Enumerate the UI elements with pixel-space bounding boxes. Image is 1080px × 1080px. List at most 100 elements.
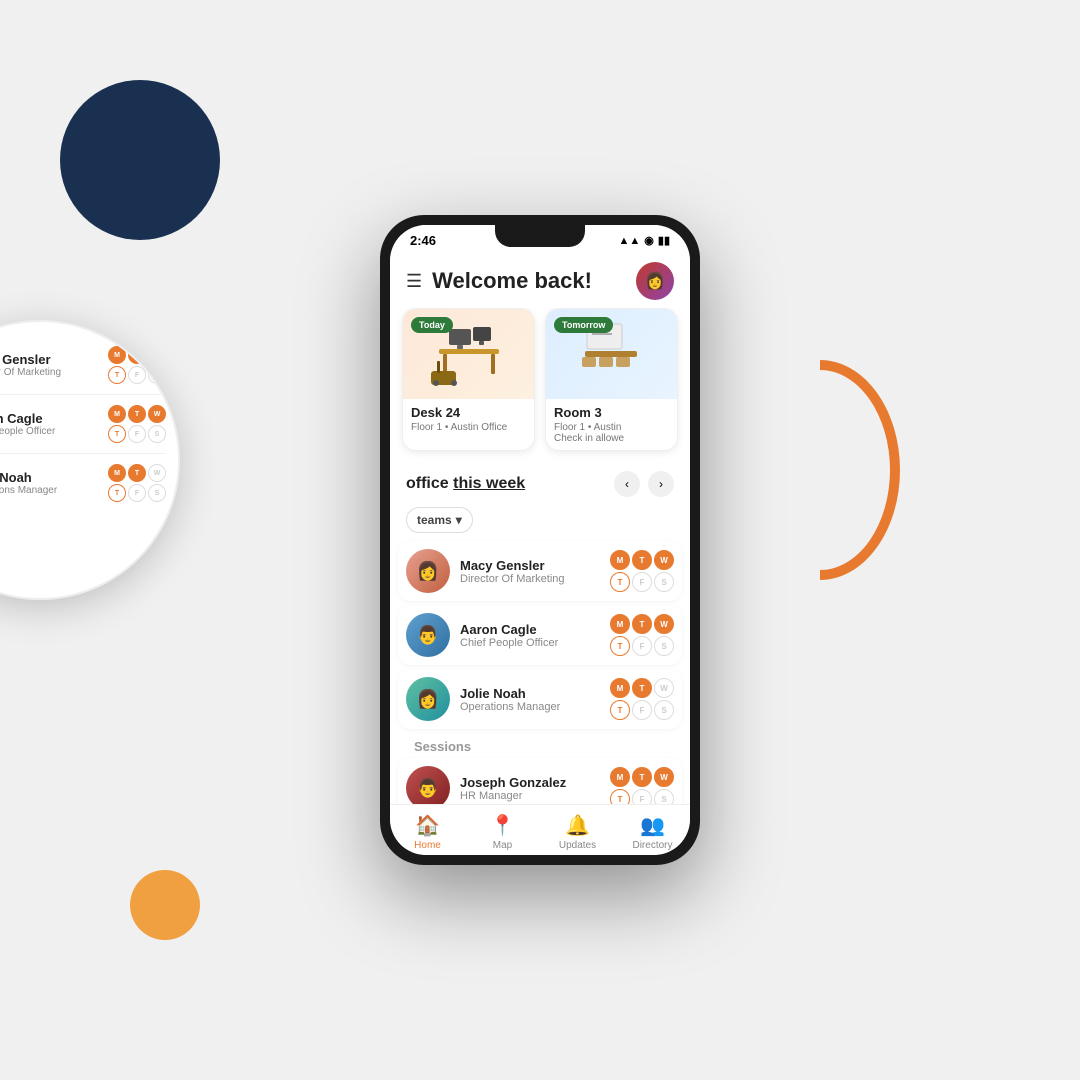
person-row[interactable]: 👨 Aaron Cagle Chief People Officer M T W… — [398, 605, 682, 665]
home-label: Home — [414, 840, 441, 851]
day-T2: T — [610, 700, 630, 720]
nav-map[interactable]: 📍 Map — [465, 813, 540, 851]
aaron-role: Chief People Officer — [460, 637, 610, 649]
day-T2: T — [610, 636, 630, 656]
today-card-info: Desk 24 Floor 1 • Austin Office — [403, 399, 534, 439]
day-S: S — [654, 789, 674, 804]
updates-label: Updates — [559, 840, 596, 851]
jolie-name: Jolie Noah — [460, 686, 610, 701]
day-S: S — [654, 636, 674, 656]
day-T: T — [632, 614, 652, 634]
nav-directory[interactable]: 👥 Directory — [615, 813, 690, 851]
app-header: ☰ Welcome back! 👩 — [390, 252, 690, 308]
bottom-navigation: 🏠 Home 📍 Map 🔔 Updates 👥 Directory — [390, 804, 690, 855]
day-F: F — [632, 789, 652, 804]
day-W: W — [654, 767, 674, 787]
jolie-avatar: 👩 — [406, 677, 450, 721]
magnify-jolie-row: 👩 Jolie Noah Operations Manager M T W T … — [0, 454, 166, 512]
person-row[interactable]: 👩 Jolie Noah Operations Manager M T W T … — [398, 669, 682, 729]
day-M: M — [610, 678, 630, 698]
jolie-info: Jolie Noah Operations Manager — [460, 686, 610, 713]
magnify-aaron-info: Aaron Cagle Chief People Officer — [0, 411, 108, 437]
macy-name: Macy Gensler — [460, 558, 610, 573]
home-icon: 🏠 — [415, 813, 440, 838]
map-icon: 📍 — [490, 813, 515, 838]
updates-icon: 🔔 — [565, 813, 590, 838]
wifi-icon: ◉ — [644, 234, 654, 247]
day-W: W — [654, 678, 674, 698]
joseph-day-circles: M T W T F S — [610, 767, 674, 804]
orange-circle-decoration — [130, 870, 200, 940]
tomorrow-badge: Tomorrow — [554, 317, 613, 333]
magnify-jolie-days: M T W T F S — [108, 464, 166, 502]
sessions-divider: Sessions — [398, 733, 682, 758]
magnify-jolie-role: Operations Manager — [0, 485, 108, 496]
joseph-avatar: 👨 — [406, 766, 450, 804]
today-booking-card[interactable]: Today — [402, 308, 535, 451]
teams-filter-row: teams ▾ — [390, 503, 690, 541]
phone-screen: 2:46 ▲▲ ◉ ▮▮ ☰ Welcome back! 👩 — [390, 225, 690, 855]
day-T2: T — [610, 789, 630, 804]
app-content: ☰ Welcome back! 👩 Today — [390, 252, 690, 804]
menu-icon[interactable]: ☰ — [406, 271, 422, 292]
phone-notch — [495, 225, 585, 247]
day-S: S — [654, 572, 674, 592]
day-M: M — [610, 767, 630, 787]
day-S: S — [654, 700, 674, 720]
today-badge: Today — [411, 317, 453, 333]
next-week-arrow[interactable]: › — [648, 471, 674, 497]
week-nav-arrows: ‹ › — [614, 471, 674, 497]
magnify-aaron-row: 👨 Aaron Cagle Chief People Officer M T W… — [0, 395, 166, 454]
nav-updates[interactable]: 🔔 Updates — [540, 813, 615, 851]
jolie-day-circles: M T W T F S — [610, 678, 674, 720]
magnify-aaron-days: M T W T F S — [108, 405, 166, 443]
office-week-header: office this week ‹ › — [390, 463, 690, 503]
aaron-info: Aaron Cagle Chief People Officer — [460, 622, 610, 649]
aaron-name: Aaron Cagle — [460, 622, 610, 637]
magnify-overlay: 👩 Macy Gensler Director Of Marketing M T… — [0, 320, 180, 600]
day-W: W — [654, 614, 674, 634]
day-T: T — [632, 678, 652, 698]
magnify-content: 👩 Macy Gensler Director Of Marketing M T… — [0, 322, 178, 526]
person-row[interactable]: 👩 Macy Gensler Director Of Marketing M T… — [398, 541, 682, 601]
directory-icon: 👥 — [640, 813, 665, 838]
directory-label: Directory — [632, 840, 672, 851]
magnify-macy-days: M T W T F S — [108, 346, 166, 384]
prev-week-arrow[interactable]: ‹ — [614, 471, 640, 497]
aaron-avatar: 👨 — [406, 613, 450, 657]
office-week-title: office this week — [406, 475, 525, 493]
user-avatar[interactable]: 👩 — [636, 262, 674, 300]
tomorrow-booking-name: Room 3 — [554, 405, 669, 420]
joseph-name: Joseph Gonzalez — [460, 775, 610, 790]
magnify-macy-name: Macy Gensler — [0, 352, 108, 367]
magnify-jolie-name: Jolie Noah — [0, 470, 108, 485]
teams-filter-button[interactable]: teams ▾ — [406, 507, 473, 533]
jolie-role: Operations Manager — [460, 701, 610, 713]
macy-day-circles: M T W T F S — [610, 550, 674, 592]
day-T2: T — [610, 572, 630, 592]
status-time: 2:46 — [410, 233, 436, 248]
macy-avatar: 👩 — [406, 549, 450, 593]
day-T: T — [632, 767, 652, 787]
signal-icon: ▲▲ — [619, 235, 641, 247]
macy-role: Director Of Marketing — [460, 573, 610, 585]
map-label: Map — [493, 840, 512, 851]
magnify-aaron-name: Aaron Cagle — [0, 411, 108, 426]
aaron-day-circles: M T W T F S — [610, 614, 674, 656]
magnify-macy-role: Director Of Marketing — [0, 367, 108, 378]
day-M: M — [610, 614, 630, 634]
magnify-macy-info: Macy Gensler Director Of Marketing — [0, 352, 108, 378]
day-T: T — [632, 550, 652, 570]
person-row[interactable]: 👨 Joseph Gonzalez HR Manager M T W T F S — [398, 758, 682, 804]
day-F: F — [632, 700, 652, 720]
tomorrow-booking-sub: Floor 1 • AustinCheck in allowe — [554, 422, 669, 444]
magnify-jolie-info: Jolie Noah Operations Manager — [0, 470, 108, 496]
nav-home[interactable]: 🏠 Home — [390, 813, 465, 851]
desk-card-image: Today — [403, 309, 534, 399]
macy-info: Macy Gensler Director Of Marketing — [460, 558, 610, 585]
orange-arc-decoration — [740, 360, 900, 580]
people-list: 👩 Macy Gensler Director Of Marketing M T… — [390, 541, 690, 804]
page-title: Welcome back! — [432, 268, 592, 294]
tomorrow-booking-card[interactable]: Tomorrow — [545, 308, 678, 451]
tomorrow-card-info: Room 3 Floor 1 • AustinCheck in allowe — [546, 399, 677, 450]
